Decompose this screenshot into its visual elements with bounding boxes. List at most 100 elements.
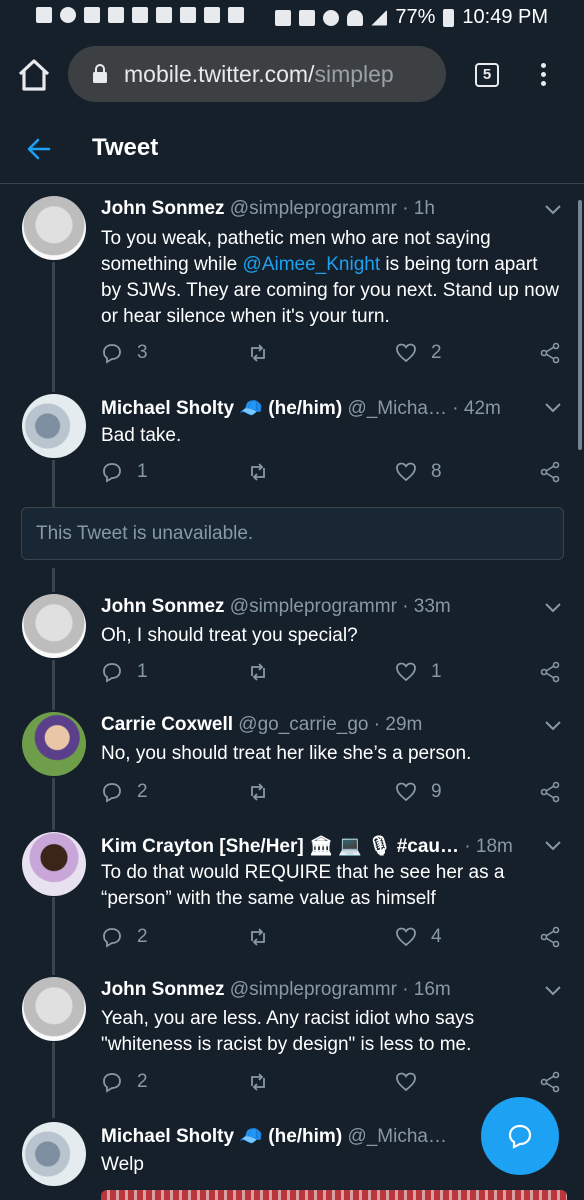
share-button[interactable] bbox=[539, 926, 561, 948]
like-button[interactable]: 1 bbox=[395, 661, 442, 683]
reply-button[interactable]: 2 bbox=[101, 781, 148, 803]
media-preview[interactable] bbox=[101, 1190, 567, 1200]
tweet-time[interactable]: 42m bbox=[464, 398, 501, 419]
tweet-actions: 1 8 bbox=[101, 461, 563, 487]
heart-icon bbox=[396, 662, 416, 682]
retweet-icon bbox=[251, 928, 265, 946]
avatar[interactable] bbox=[22, 394, 86, 458]
tweet-header: Kim Crayton [She/Her] 🏛 💻 🎙 #cau… · 18m bbox=[101, 836, 513, 857]
overflow-menu-icon[interactable] bbox=[536, 60, 550, 90]
tweet-text: Oh, I should treat you special? bbox=[101, 625, 358, 646]
share-button[interactable] bbox=[539, 461, 561, 483]
share-button[interactable] bbox=[539, 781, 561, 803]
retweet-button[interactable] bbox=[247, 661, 269, 683]
share-icon bbox=[540, 661, 560, 683]
tweet-header: John Sonmez @simpleprogrammr · 33m bbox=[101, 596, 451, 617]
like-count: 2 bbox=[431, 342, 442, 363]
author-name[interactable]: John Sonmez bbox=[101, 198, 225, 219]
image-icon bbox=[132, 7, 148, 23]
author-pronouns: (he/him) bbox=[268, 398, 343, 419]
reply-button[interactable]: 2 bbox=[101, 1071, 148, 1093]
author-name[interactable]: Michael Sholty bbox=[101, 1126, 234, 1147]
author-name[interactable]: Michael Sholty bbox=[101, 398, 234, 419]
like-count: 4 bbox=[431, 926, 442, 947]
calendar-icon bbox=[204, 7, 220, 23]
thread-line bbox=[52, 568, 55, 592]
battery-percent: 77% bbox=[395, 6, 436, 28]
reply-button[interactable]: 1 bbox=[101, 461, 148, 483]
like-count: 9 bbox=[431, 781, 442, 802]
like-button[interactable]: 2 bbox=[395, 342, 442, 364]
like-button[interactable]: 4 bbox=[395, 926, 442, 948]
thread-line bbox=[52, 1042, 55, 1118]
speech-bubble-icon bbox=[103, 928, 121, 948]
avatar[interactable] bbox=[22, 1122, 86, 1186]
chevron-down-icon[interactable] bbox=[544, 985, 562, 997]
tweet-text: No, you should treat her like she’s a pe… bbox=[101, 743, 472, 764]
chevron-down-icon[interactable] bbox=[544, 204, 562, 216]
home-icon[interactable] bbox=[16, 58, 52, 92]
scrollbar[interactable] bbox=[578, 200, 582, 450]
like-button[interactable]: 8 bbox=[395, 461, 442, 483]
tweet-text: Yeah, you are less. Any racist idiot who… bbox=[101, 1008, 475, 1055]
folder-icon bbox=[84, 7, 100, 23]
tweet-actions: 2 4 bbox=[101, 926, 563, 952]
chevron-down-icon[interactable] bbox=[544, 402, 562, 414]
retweet-button[interactable] bbox=[247, 1071, 269, 1093]
chevron-down-icon[interactable] bbox=[544, 720, 562, 732]
tweet-actions: 1 1 bbox=[101, 661, 563, 687]
retweet-button[interactable] bbox=[247, 342, 269, 364]
share-icon bbox=[540, 926, 560, 948]
retweet-button[interactable] bbox=[247, 461, 269, 483]
thread-line bbox=[52, 660, 55, 710]
tweet-time[interactable]: 29m bbox=[385, 714, 422, 735]
retweet-button[interactable] bbox=[247, 926, 269, 948]
tweet-header: Carrie Coxwell @go_carrie_go · 29m bbox=[101, 714, 423, 735]
avatar[interactable] bbox=[22, 712, 86, 776]
like-button[interactable]: 9 bbox=[395, 781, 442, 803]
tweet-time[interactable]: 18m bbox=[476, 836, 513, 857]
share-button[interactable] bbox=[539, 661, 561, 683]
author-name[interactable]: Kim Crayton [She/Her] 🏛 💻 🎙 #cau… bbox=[101, 836, 459, 857]
author-handle: @simpleprogrammr bbox=[229, 198, 397, 219]
tweet-text: Bad take. bbox=[101, 425, 182, 446]
mention-link[interactable]: @Aimee_Knight bbox=[243, 254, 381, 275]
author-name[interactable]: John Sonmez bbox=[101, 596, 225, 617]
page-header: Tweet bbox=[0, 114, 584, 184]
avatar[interactable] bbox=[22, 977, 86, 1041]
speech-bubble-icon bbox=[103, 1073, 121, 1093]
check-icon bbox=[156, 7, 172, 23]
url-host: mobile.twitter.com/ bbox=[124, 60, 315, 87]
author-handle: @_Micha… bbox=[347, 1126, 447, 1147]
retweet-icon bbox=[251, 463, 265, 481]
like-button[interactable] bbox=[395, 1071, 431, 1093]
address-bar[interactable]: mobile.twitter.com/simplep bbox=[68, 46, 446, 102]
tweet-time[interactable]: 1h bbox=[414, 198, 435, 219]
thread-line bbox=[52, 897, 55, 975]
battery-saver-icon bbox=[275, 9, 292, 26]
retweet-button[interactable] bbox=[247, 781, 269, 803]
avatar[interactable] bbox=[22, 594, 86, 658]
share-button[interactable] bbox=[539, 1071, 561, 1093]
author-handle: @_Micha… bbox=[347, 398, 447, 419]
author-name[interactable]: John Sonmez bbox=[101, 979, 225, 1000]
avatar[interactable] bbox=[22, 196, 86, 260]
speech-bubble-icon bbox=[103, 783, 121, 803]
tweet-time[interactable]: 33m bbox=[414, 596, 451, 617]
reply-button[interactable]: 3 bbox=[101, 342, 148, 364]
reply-button[interactable]: 1 bbox=[101, 661, 148, 683]
share-button[interactable] bbox=[539, 342, 561, 364]
tweet-actions: 2 bbox=[101, 1071, 563, 1097]
chevron-down-icon[interactable] bbox=[544, 602, 562, 614]
compose-reply-button[interactable] bbox=[481, 1097, 559, 1175]
avatar[interactable] bbox=[22, 832, 86, 896]
share-icon bbox=[540, 461, 560, 483]
back-arrow-icon[interactable] bbox=[26, 136, 52, 162]
tweet-time[interactable]: 16m bbox=[414, 979, 451, 1000]
warning-icon bbox=[108, 7, 124, 23]
reply-button[interactable]: 2 bbox=[101, 926, 148, 948]
tweet-header: John Sonmez @simpleprogrammr · 16m bbox=[101, 979, 451, 1000]
chevron-down-icon[interactable] bbox=[544, 840, 562, 852]
tab-switcher-button[interactable]: 5 bbox=[475, 63, 499, 87]
author-name[interactable]: Carrie Coxwell bbox=[101, 714, 233, 735]
